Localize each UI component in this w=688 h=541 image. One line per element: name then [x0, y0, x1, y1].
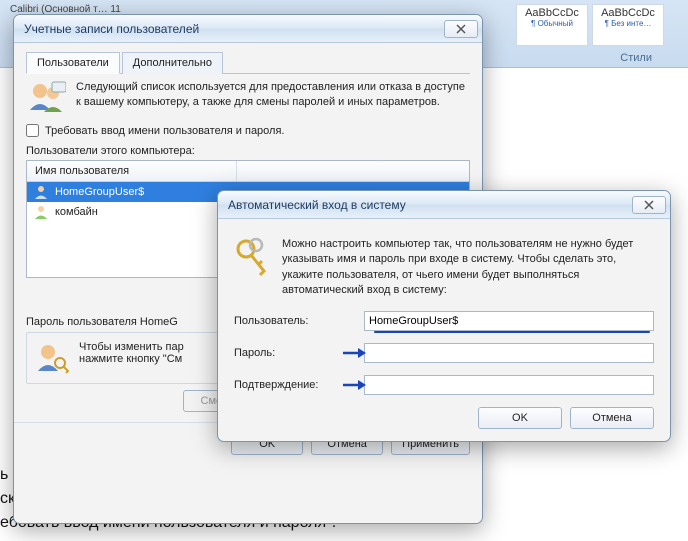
- confirm-row: Подтверждение:: [234, 375, 654, 395]
- annotation-underline: [374, 331, 650, 333]
- autologon-intro: Можно настроить компьютер так, что польз…: [282, 237, 654, 299]
- users-list-header: Имя пользователя: [27, 161, 469, 182]
- annotation-arrow-icon: [342, 346, 366, 360]
- col-username[interactable]: Имя пользователя: [27, 161, 237, 181]
- users-icon: [26, 80, 66, 114]
- user-row: Пользователь:: [234, 311, 654, 331]
- list-item-label: HomeGroupUser$: [55, 186, 144, 198]
- dialog-title: Автоматический вход в систему: [228, 198, 406, 212]
- user-icon: [33, 184, 49, 200]
- autologon-dialog: Автоматический вход в систему Можно наст…: [217, 190, 671, 442]
- close-icon[interactable]: [632, 196, 666, 214]
- tabs: Пользователи Дополнительно: [26, 51, 470, 74]
- style-normal[interactable]: AaBbCcDc ¶ Обычный: [516, 4, 588, 46]
- password-hint-line2: нажмите кнопку "См: [79, 353, 184, 365]
- require-credentials-label: Требовать ввод имени пользователя и паро…: [45, 125, 284, 137]
- list-item-label: комбайн: [55, 206, 98, 218]
- close-icon[interactable]: [444, 20, 478, 38]
- user-label: Пользователь:: [234, 315, 364, 327]
- password-row: Пароль:: [234, 343, 654, 363]
- intro-text: Следующий список используется для предос…: [76, 80, 470, 114]
- ok-button[interactable]: OK: [478, 407, 562, 429]
- user-icon: [33, 204, 49, 220]
- password-hint-line1: Чтобы изменить пар: [79, 341, 184, 353]
- confirm-input[interactable]: [364, 375, 654, 395]
- tab-users[interactable]: Пользователи: [26, 52, 120, 74]
- dialog-title: Учетные записи пользователей: [24, 22, 199, 36]
- require-credentials-checkbox[interactable]: [26, 124, 39, 137]
- user-input[interactable]: [364, 311, 654, 331]
- dialog-buttons: OK Отмена: [234, 407, 654, 429]
- user-key-icon: [35, 341, 69, 375]
- annotation-arrow-icon: [342, 378, 366, 392]
- autologon-titlebar[interactable]: Автоматический вход в систему: [218, 191, 670, 219]
- style-no-spacing[interactable]: AaBbCcDc ¶ Без инте…: [592, 4, 664, 46]
- users-list-label: Пользователи этого компьютера:: [26, 145, 470, 157]
- styles-gallery: AaBbCcDc ¶ Обычный AaBbCcDc ¶ Без инте…: [516, 4, 664, 46]
- styles-group-label: Стили: [620, 52, 652, 64]
- keys-icon: [234, 237, 270, 277]
- tab-advanced[interactable]: Дополнительно: [122, 52, 223, 74]
- cancel-button[interactable]: Отмена: [570, 407, 654, 429]
- password-input[interactable]: [364, 343, 654, 363]
- user-accounts-titlebar[interactable]: Учетные записи пользователей: [14, 15, 482, 43]
